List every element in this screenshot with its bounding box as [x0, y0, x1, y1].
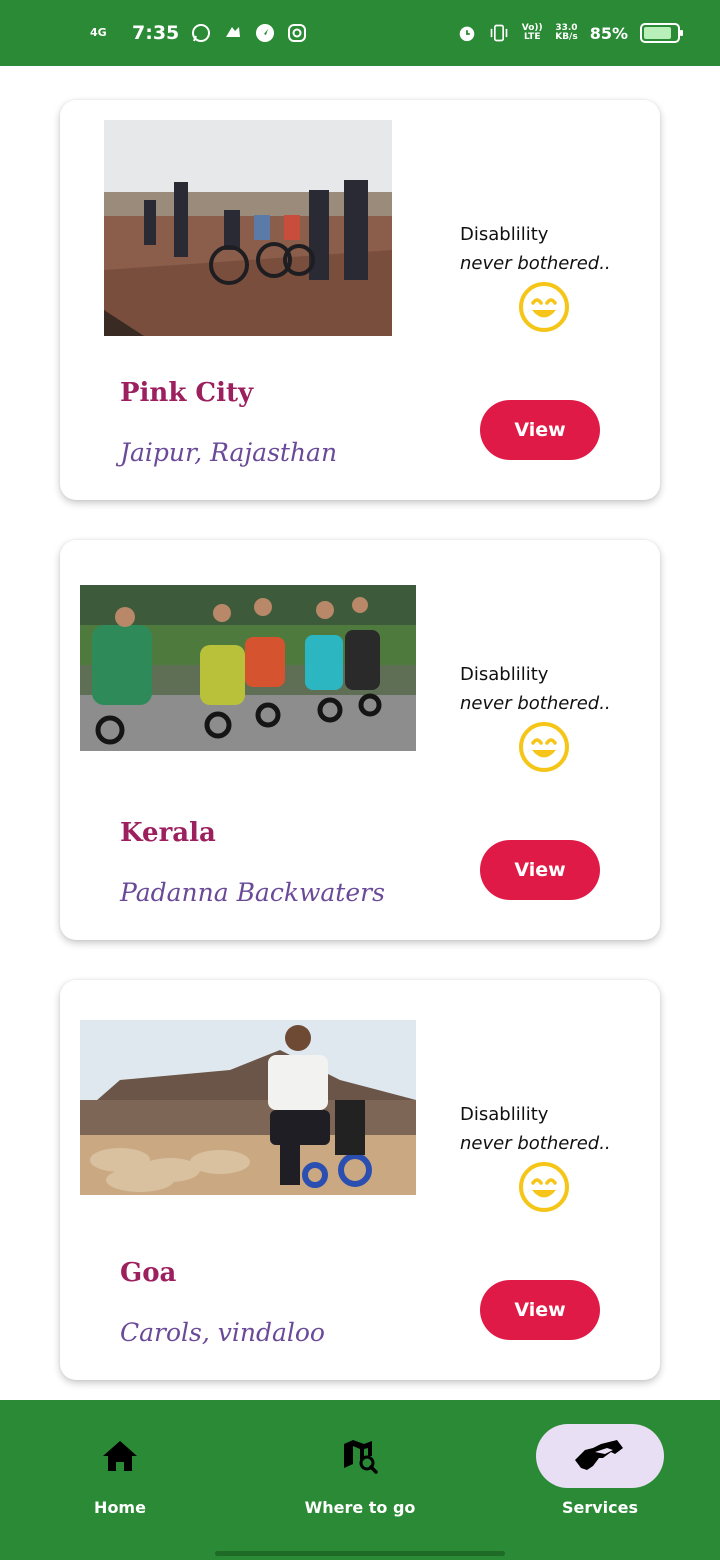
- tagline: Disablility never bothered..: [460, 1100, 611, 1158]
- network-indicator: 4G: [90, 26, 107, 39]
- place-title: Pink City: [120, 378, 254, 408]
- tagline-line-2: never bothered..: [460, 253, 611, 274]
- smiley-icon: [519, 1162, 569, 1212]
- status-left: 4G 7:35: [90, 22, 307, 44]
- view-button[interactable]: View: [480, 1280, 600, 1340]
- whatsapp-icon: [191, 23, 211, 43]
- vibrate-icon: [489, 23, 509, 43]
- bottom-navigation: Home Where to go Services: [0, 1400, 720, 1560]
- destination-photo: [104, 120, 392, 336]
- nav-label-home: Home: [94, 1498, 146, 1517]
- home-icon: [103, 1441, 137, 1471]
- nav-icon-container: [296, 1424, 424, 1488]
- nav-item-where-to-go[interactable]: Where to go: [240, 1400, 480, 1560]
- home-indicator[interactable]: [215, 1551, 505, 1556]
- place-subtitle: Jaipur, Rajasthan: [120, 438, 338, 467]
- tagline-line-2: never bothered..: [460, 693, 611, 714]
- place-subtitle: Padanna Backwaters: [120, 878, 385, 907]
- view-button[interactable]: View: [480, 400, 600, 460]
- battery-percent: 85%: [589, 23, 628, 43]
- destination-photo: [80, 1020, 416, 1195]
- place-title: Kerala: [120, 818, 216, 848]
- tagline-line-1: Disablility: [460, 224, 549, 245]
- instagram-icon: [287, 23, 307, 43]
- nav-icon-container-active: [536, 1424, 664, 1488]
- clock: 7:35: [132, 22, 180, 44]
- status-bar: 4G 7:35 Vo)) LTE 33.0 KB/s 85%: [0, 0, 720, 66]
- compass-icon: [255, 23, 275, 43]
- destination-card: Disablility never bothered.. Pink City J…: [60, 100, 660, 500]
- tagline-line-1: Disablility: [460, 1104, 549, 1125]
- alarm-icon: [457, 23, 477, 43]
- tagline-line-1: Disablility: [460, 664, 549, 685]
- battery-fill: [644, 27, 672, 39]
- destination-photo: [80, 585, 416, 751]
- view-button[interactable]: View: [480, 840, 600, 900]
- tagline-line-2: never bothered..: [460, 1133, 611, 1154]
- battery-icon: [640, 23, 683, 43]
- destination-card: Disablility never bothered.. Kerala Pada…: [60, 540, 660, 940]
- nav-icon-container: [56, 1424, 184, 1488]
- status-right: Vo)) LTE 33.0 KB/s 85%: [457, 23, 683, 43]
- volte-indicator: Vo)) LTE: [521, 23, 543, 42]
- tagline: Disablility never bothered..: [460, 660, 611, 718]
- smiley-icon: [519, 722, 569, 772]
- app-icon: [223, 23, 243, 43]
- speed-unit: KB/s: [555, 32, 578, 42]
- nav-label-services: Services: [561, 1498, 639, 1517]
- nav-item-services[interactable]: Services: [480, 1400, 720, 1560]
- nav-label-where-to-go: Where to go: [304, 1498, 416, 1517]
- tagline: Disablility never bothered..: [460, 220, 611, 278]
- map-search-icon: [344, 1440, 378, 1474]
- handshake-icon: [575, 1440, 623, 1470]
- place-title: Goa: [120, 1258, 177, 1288]
- smiley-icon: [519, 282, 569, 332]
- nav-item-home[interactable]: Home: [0, 1400, 240, 1560]
- network-speed: 33.0 KB/s: [555, 24, 577, 42]
- destination-card: Disablility never bothered.. Goa Carols,…: [60, 980, 660, 1380]
- place-subtitle: Carols, vindaloo: [120, 1318, 325, 1347]
